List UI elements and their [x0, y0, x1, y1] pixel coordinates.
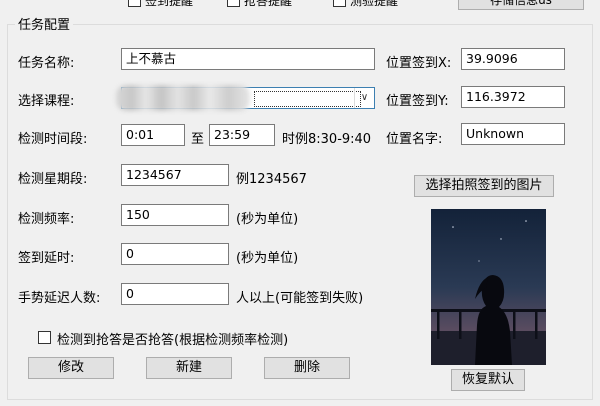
restore-default-button[interactable]: 恢复默认 — [451, 369, 525, 391]
focus-ring — [254, 91, 361, 107]
frequency-input[interactable]: 150 — [121, 204, 229, 226]
time-range-to-label: 至 — [191, 132, 205, 147]
photo-illustration — [431, 209, 546, 365]
save-info-button[interactable]: 存储信息us — [458, 0, 584, 10]
redacted-course-name — [116, 85, 250, 111]
signin-delay-input[interactable]: 0 — [121, 243, 229, 265]
modify-button[interactable]: 修改 — [28, 357, 114, 379]
frequency-hint: (秒为单位) — [236, 212, 299, 227]
task-name-input[interactable]: 上不慕古 — [121, 48, 375, 70]
grab-answer-label: 检测到抢答是否抢答(根据检测频率检测) — [57, 333, 289, 348]
chevron-down-icon[interactable]: ∨ — [354, 88, 374, 108]
grab-answer-checkbox[interactable] — [38, 331, 51, 344]
weekdays-input[interactable]: 1234567 — [121, 164, 229, 186]
weekdays-label: 检测星期段: — [18, 172, 88, 187]
task-name-label: 任务名称: — [18, 56, 75, 71]
create-button[interactable]: 新建 — [146, 357, 232, 379]
group-title: 任务配置 — [15, 14, 74, 33]
signin-delay-hint: (秒为单位) — [236, 251, 299, 266]
signin-reminder-checkbox[interactable] — [128, 0, 141, 7]
gesture-delay-input[interactable]: 0 — [121, 283, 229, 305]
grab-reminder-label: 抢答提醒 — [244, 0, 293, 8]
time-range-hint: 时例8:30-9:40 — [282, 132, 372, 147]
quiz-reminder-checkbox[interactable] — [333, 0, 346, 7]
delete-button[interactable]: 删除 — [264, 357, 350, 379]
weekdays-hint: 例1234567 — [236, 172, 307, 187]
signin-photo — [431, 209, 546, 365]
grab-reminder-checkbox[interactable] — [227, 0, 240, 7]
course-label: 选择课程: — [18, 94, 75, 109]
top-options-bar: 签到提醒 抢答提醒 测验提醒 存储信息us — [0, 0, 600, 14]
frequency-label: 检测频率: — [18, 212, 75, 227]
end-time-input[interactable]: 23:59 — [209, 124, 275, 146]
location-name-label: 位置名字: — [386, 132, 443, 147]
time-range-label: 检测时间段: — [18, 132, 88, 147]
quiz-reminder-label: 测验提醒 — [350, 0, 399, 8]
gesture-delay-hint: 人以上(可能签到失败) — [236, 291, 364, 306]
signin-delay-label: 签到延时: — [18, 251, 75, 266]
signin-reminder-label: 签到提醒 — [145, 0, 194, 8]
location-name-input[interactable]: Unknown — [461, 123, 565, 145]
location-y-input[interactable]: 116.3972 — [461, 86, 565, 108]
location-x-input[interactable]: 39.9096 — [461, 48, 565, 70]
location-y-label: 位置签到Y: — [386, 94, 449, 109]
location-x-label: 位置签到X: — [386, 56, 452, 71]
gesture-delay-label: 手势延迟人数: — [18, 291, 101, 306]
choose-photo-button[interactable]: 选择拍照签到的图片 — [414, 175, 554, 197]
start-time-input[interactable]: 0:01 — [121, 124, 185, 146]
